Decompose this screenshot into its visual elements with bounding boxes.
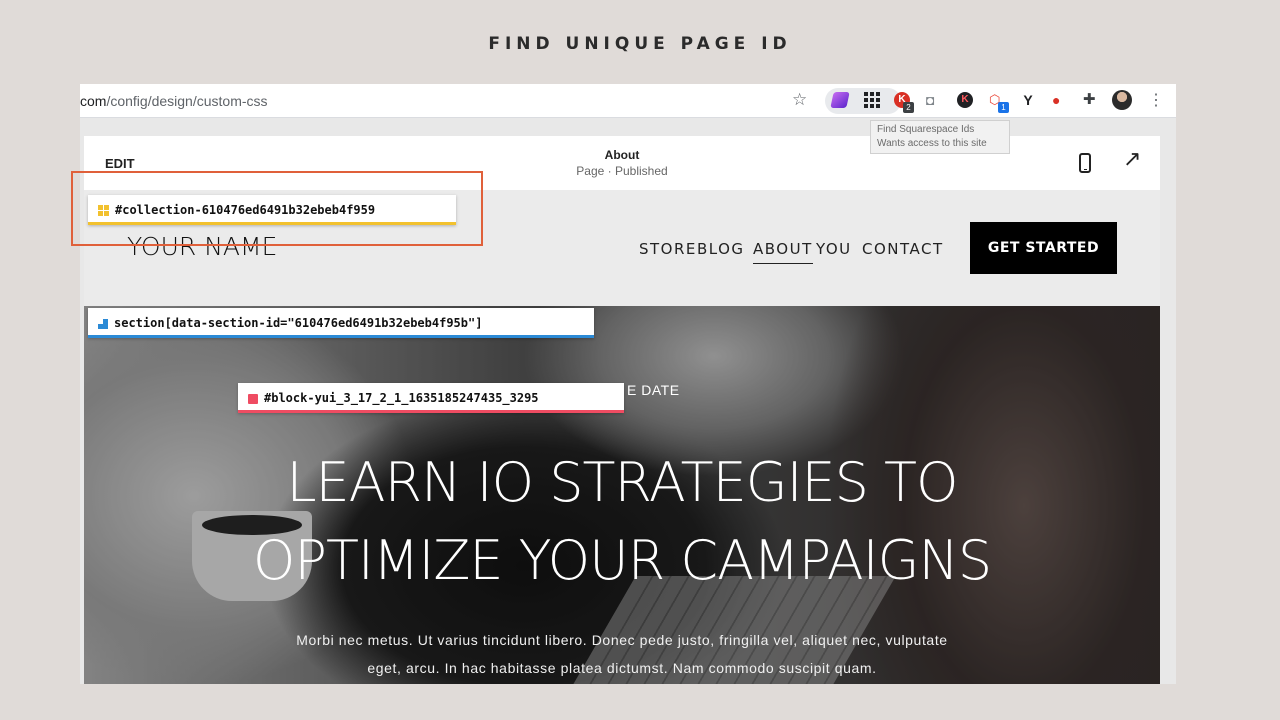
url-host: com <box>80 93 107 109</box>
open-external-icon[interactable]: ↗ <box>1123 146 1141 172</box>
collection-highlight-box <box>71 171 483 246</box>
url-path: /config/design/custom-css <box>106 93 268 109</box>
more-menu-icon[interactable]: ⋮ <box>1148 90 1164 110</box>
extension-badge: 2 <box>903 102 914 113</box>
hero-heading-line: LEARN IO STRATEGIES TO <box>286 451 958 514</box>
block-id-label[interactable]: #block-yui_3_17_2_1_1635185247435_3295 <box>238 383 624 413</box>
k-dark-extension-icon[interactable]: K <box>957 92 973 108</box>
grid-extension-icon[interactable] <box>864 92 880 108</box>
nav-item-store[interactable]: STORE <box>639 240 697 258</box>
nav-item-blog[interactable]: BLOG <box>697 240 745 258</box>
hero-heading-line: OPTIMIZE YOUR CAMPAIGNS <box>252 529 992 592</box>
browser-toolbar: com/config/design/custom-css ☆ K 2 ◘ K ⬡… <box>80 84 1176 118</box>
section-id-text: section[data-section-id="610476ed6491b32… <box>114 316 483 330</box>
camera-icon[interactable]: ◘ <box>926 92 942 108</box>
mobile-preview-icon[interactable] <box>1079 153 1091 173</box>
hero-body-line: Morbi nec metus. Ut varius tincidunt lib… <box>296 632 948 648</box>
red-extension-icon[interactable]: ● <box>1052 92 1068 108</box>
block-id-text: #block-yui_3_17_2_1_1635185247435_3295 <box>264 391 539 405</box>
tooltip-subtitle: Wants access to this site <box>877 138 987 149</box>
y-extension-icon[interactable]: Y <box>1020 92 1036 108</box>
tooltip-title: Find Squarespace Ids <box>877 124 975 135</box>
address-bar[interactable]: com/config/design/custom-css <box>80 93 268 109</box>
puzzle-icon[interactable]: ✚ <box>1083 92 1099 108</box>
bookmark-star-icon[interactable]: ☆ <box>792 90 807 110</box>
hero-kicker: E DATE <box>627 382 680 398</box>
nav-item-contact[interactable]: CONTACT <box>862 240 944 258</box>
get-started-button[interactable]: GET STARTED <box>970 222 1117 274</box>
slide-title: FIND UNIQUE PAGE ID <box>488 34 792 54</box>
hero-body-line: eget, arcu. In hac habitasse platea dict… <box>367 660 877 676</box>
hero-body: Morbi nec metus. Ut varius tincidunt lib… <box>234 626 1010 682</box>
section-id-label[interactable]: section[data-section-id="610476ed6491b32… <box>88 308 594 338</box>
extension-tooltip: Find Squarespace Ids Wants access to thi… <box>870 120 1010 154</box>
section-swatch-icon <box>98 318 108 329</box>
nav-item-about[interactable]: ABOUT <box>753 240 813 264</box>
hero-heading: LEARN IO STRATEGIES TO OPTIMIZE YOUR CAM… <box>84 444 1160 600</box>
extension-badge: 1 <box>998 102 1009 113</box>
profile-avatar[interactable] <box>1112 90 1132 110</box>
nav-item-you[interactable]: YOU <box>816 240 852 258</box>
hero-section: E DATE LEARN IO STRATEGIES TO OPTIMIZE Y… <box>84 306 1160 684</box>
block-swatch-icon <box>248 393 258 404</box>
